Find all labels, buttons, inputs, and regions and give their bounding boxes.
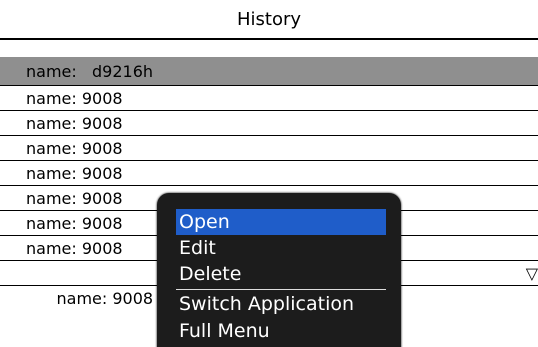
- list-item[interactable]: name: 9008: [0, 86, 538, 111]
- list-item[interactable]: name: 9008: [0, 161, 538, 186]
- list-item-label: name: 9008: [56, 289, 154, 308]
- menu-item-open[interactable]: Open: [176, 209, 386, 235]
- menu-item-full-menu[interactable]: Full Menu: [176, 318, 386, 344]
- menu-item-switch-application[interactable]: Switch Application: [176, 291, 386, 317]
- scroll-down-icon[interactable]: ▽: [526, 261, 538, 286]
- menu-divider: [176, 289, 386, 290]
- menu-item-edit[interactable]: Edit: [176, 235, 386, 261]
- list-item-selected[interactable]: name: d9216h: [0, 57, 538, 86]
- menu-item-delete[interactable]: Delete: [176, 261, 386, 287]
- list-item[interactable]: name: 9008: [0, 111, 538, 136]
- device-screen: History name: d9216h name: 9008 name: 90…: [0, 0, 538, 347]
- context-menu: Open Edit Delete Switch Application Full…: [157, 193, 401, 347]
- page-title: History: [0, 0, 538, 40]
- list-item[interactable]: name: 9008: [0, 136, 538, 161]
